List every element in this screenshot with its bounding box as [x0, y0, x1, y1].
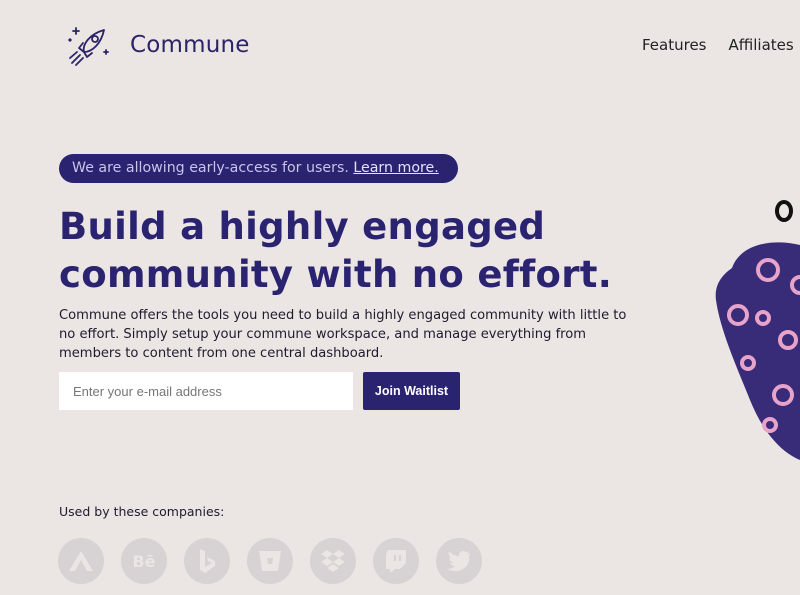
site-header: Commune Features Affiliates: [0, 0, 800, 90]
aerolab-icon: [58, 538, 104, 584]
nav-features[interactable]: Features: [642, 36, 707, 54]
headline-line-1: Build a highly engaged: [59, 205, 546, 248]
bitbucket-icon: [247, 538, 293, 584]
behance-logo-text: Bē: [132, 551, 156, 571]
hero-headline: Build a highly engaged community with no…: [59, 203, 679, 299]
join-waitlist-button[interactable]: Join Waitlist: [363, 372, 460, 410]
nav-affiliates[interactable]: Affiliates: [729, 36, 794, 54]
bing-icon: [184, 538, 230, 584]
behance-icon: Bē: [121, 538, 167, 584]
banner-text: We are allowing early-access for users.: [72, 160, 349, 176]
learn-more-link[interactable]: Learn more.: [353, 160, 438, 176]
used-by-label: Used by these companies:: [59, 504, 225, 519]
top-nav: Features Affiliates: [642, 36, 800, 54]
rocket-icon: [68, 27, 109, 66]
decorative-blob-illustration: [715, 200, 800, 460]
twitch-icon: [373, 538, 419, 584]
brand-logo[interactable]: Commune: [66, 22, 250, 68]
headline-line-2: community with no effort.: [59, 253, 613, 296]
early-access-banner: We are allowing early-access for users. …: [59, 154, 458, 183]
email-input[interactable]: [59, 372, 353, 410]
dropbox-icon: [310, 538, 356, 584]
brand-name: Commune: [130, 32, 250, 58]
twitter-icon: [436, 538, 482, 584]
hero-description: Commune offers the tools you need to bui…: [59, 308, 627, 361]
company-logos: Bē: [58, 538, 499, 584]
